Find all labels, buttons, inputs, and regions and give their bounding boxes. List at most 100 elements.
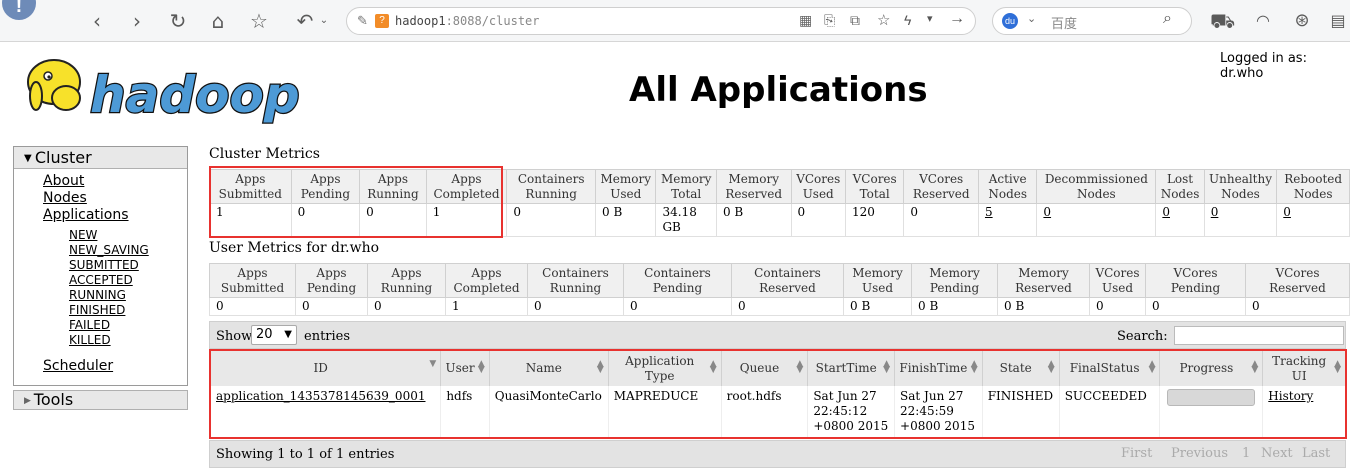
history-link[interactable]: History: [1268, 389, 1313, 403]
column-header-final-status[interactable]: FinalStatus ▲ ▼: [1059, 351, 1161, 386]
header-line: Rebooted: [1284, 171, 1343, 186]
profile-icon[interactable]: !: [2, 0, 36, 20]
cell-tracking[interactable]: History: [1262, 386, 1346, 437]
undo-dropdown-icon[interactable]: ⌄: [312, 9, 336, 33]
entries-select[interactable]: 20 ▼: [251, 325, 297, 345]
nav-app-failed[interactable]: FAILED: [69, 318, 110, 332]
column-header-id[interactable]: ID ▼: [211, 351, 442, 386]
cm-value-7: 0 B: [715, 203, 792, 237]
shield-icon[interactable]: ⊛: [1290, 9, 1314, 33]
nav-applications[interactable]: Applications: [43, 207, 129, 223]
header-line: Apps: [391, 265, 422, 280]
nav-app-submitted[interactable]: SUBMITTED: [69, 258, 139, 272]
translate-icon[interactable]: ⎘: [824, 12, 835, 29]
header-line: Reserved: [912, 186, 970, 201]
header-line: Memory: [852, 265, 903, 280]
pager-next[interactable]: Next: [1261, 446, 1293, 461]
forward-icon[interactable]: ›: [125, 9, 149, 33]
warning-icon: ?: [375, 14, 389, 28]
cm-value-15[interactable]: 0: [1276, 203, 1350, 237]
favorite-icon[interactable]: ☆: [877, 11, 890, 29]
um-header-8: Memory Pending: [911, 263, 998, 298]
menu-dropdown-icon[interactable]: ▾: [927, 12, 933, 25]
header-line: Used: [1101, 280, 1134, 295]
pager-page-1[interactable]: 1: [1242, 446, 1250, 461]
cm-value-14[interactable]: 0: [1203, 203, 1278, 237]
search-box[interactable]: du ⌄ 百度 ⌕: [992, 7, 1192, 35]
nav-nodes[interactable]: Nodes: [43, 190, 87, 206]
search-placeholder: 百度: [1051, 17, 1078, 32]
cell-queue: root.hdfs: [721, 386, 809, 437]
nav-app-accepted[interactable]: ACCEPTED: [69, 273, 133, 287]
cell-progress: [1159, 386, 1264, 437]
header-line: Decommissioned: [1044, 171, 1148, 186]
sort-icon: ▲ ▼: [883, 359, 891, 375]
nav-about[interactable]: About: [43, 173, 84, 189]
column-header-state[interactable]: State ▲ ▼: [982, 351, 1060, 386]
cell-text: FINISHED: [987, 389, 1054, 403]
go-arrow-icon[interactable]: →: [949, 10, 965, 28]
header-line: Memory: [728, 171, 779, 186]
nav-scheduler[interactable]: Scheduler: [43, 358, 113, 374]
cluster-section-header[interactable]: ▼ Cluster: [14, 147, 187, 169]
pager-first[interactable]: First: [1121, 446, 1152, 461]
lightning-icon[interactable]: ϟ: [904, 12, 911, 28]
table-search-input[interactable]: [1174, 326, 1344, 345]
column-header-user[interactable]: User ▲ ▼: [440, 351, 490, 386]
home-icon[interactable]: ⌂: [206, 9, 230, 33]
sort-icon: ▲ ▼: [477, 359, 485, 375]
column-header-type[interactable]: Application Type ▲ ▼: [608, 351, 722, 386]
header-line: VCores: [796, 171, 841, 186]
header-line: Apps: [237, 265, 268, 280]
um-value-9: 0 B: [997, 297, 1090, 316]
header-line: Pending: [306, 280, 357, 295]
qr-icon[interactable]: ▦: [799, 12, 812, 29]
header-line: Apps: [235, 171, 266, 186]
nav-app-new[interactable]: NEW: [69, 228, 97, 242]
back-icon[interactable]: ‹: [85, 9, 109, 33]
baidu-icon: du: [1002, 13, 1018, 29]
header-line: Reserved: [725, 186, 783, 201]
nav-app-new-saving[interactable]: NEW_SAVING: [69, 243, 149, 257]
header-line: Unhealthy: [1209, 171, 1273, 186]
column-header-name[interactable]: Name ▲ ▼: [489, 351, 609, 386]
um-header-4: Containers Running: [527, 263, 624, 298]
wifi-icon[interactable]: ◠: [1251, 9, 1275, 33]
search-icon[interactable]: ⌕: [1163, 10, 1172, 28]
column-header-finish[interactable]: FinishTime ▲ ▼: [894, 351, 983, 386]
column-header-queue[interactable]: Queue ▲ ▼: [721, 351, 809, 386]
application-id-link[interactable]: application_1435378145639_0001: [216, 389, 425, 403]
cart-icon[interactable]: ⛟: [1210, 9, 1235, 33]
cell-line: Sat Jun 27: [900, 389, 964, 403]
tools-section-header[interactable]: ▶ Tools: [13, 390, 188, 410]
extensions-icon[interactable]: ▤: [1326, 9, 1350, 33]
search-label: Search:: [1117, 329, 1168, 344]
entries-select-value: 20: [256, 327, 273, 342]
nav-app-running[interactable]: RUNNING: [69, 288, 126, 302]
cm-value-13[interactable]: 0: [1155, 203, 1205, 237]
nav-app-finished[interactable]: FINISHED: [69, 303, 125, 317]
search-engine-dropdown-icon[interactable]: ⌄: [1027, 12, 1036, 25]
address-bar[interactable]: ✎ ? hadoop1:8088/cluster ▦ ⎘ ⧉ ☆ ϟ ▾ →: [346, 7, 976, 35]
column-header-tracking[interactable]: Tracking UI ▲ ▼: [1262, 351, 1346, 386]
column-header-start[interactable]: StartTime ▲ ▼: [807, 351, 896, 386]
site-icon: ✎: [357, 13, 368, 28]
pager-previous[interactable]: Previous: [1171, 446, 1228, 461]
nav-app-killed[interactable]: KILLED: [69, 333, 111, 347]
um-value-3: 1: [445, 297, 528, 316]
cm-header-7: Memory Reserved: [715, 169, 792, 204]
table-row: application_1435378145639_0001 hdfs QuasiM…: [211, 386, 1346, 437]
cell-id[interactable]: application_1435378145639_0001: [211, 386, 442, 437]
screenshot-icon[interactable]: ⧉: [850, 12, 860, 29]
um-header-2: Apps Running: [367, 263, 446, 298]
sidebar: ▼ Cluster About Nodes Applications NEW N…: [13, 146, 188, 386]
column-header-progress[interactable]: Progress ▲ ▼: [1159, 351, 1264, 386]
cm-value-12[interactable]: 0: [1036, 203, 1157, 237]
header-line: Containers: [754, 265, 821, 280]
pager-last[interactable]: Last: [1302, 446, 1330, 461]
bookmark-star-icon[interactable]: ☆: [247, 9, 271, 33]
um-header-1: Apps Pending: [295, 263, 368, 298]
cm-value-11[interactable]: 5: [977, 203, 1038, 237]
reload-icon[interactable]: ↻: [166, 9, 190, 33]
cell-line: +0800 2015: [900, 419, 975, 433]
